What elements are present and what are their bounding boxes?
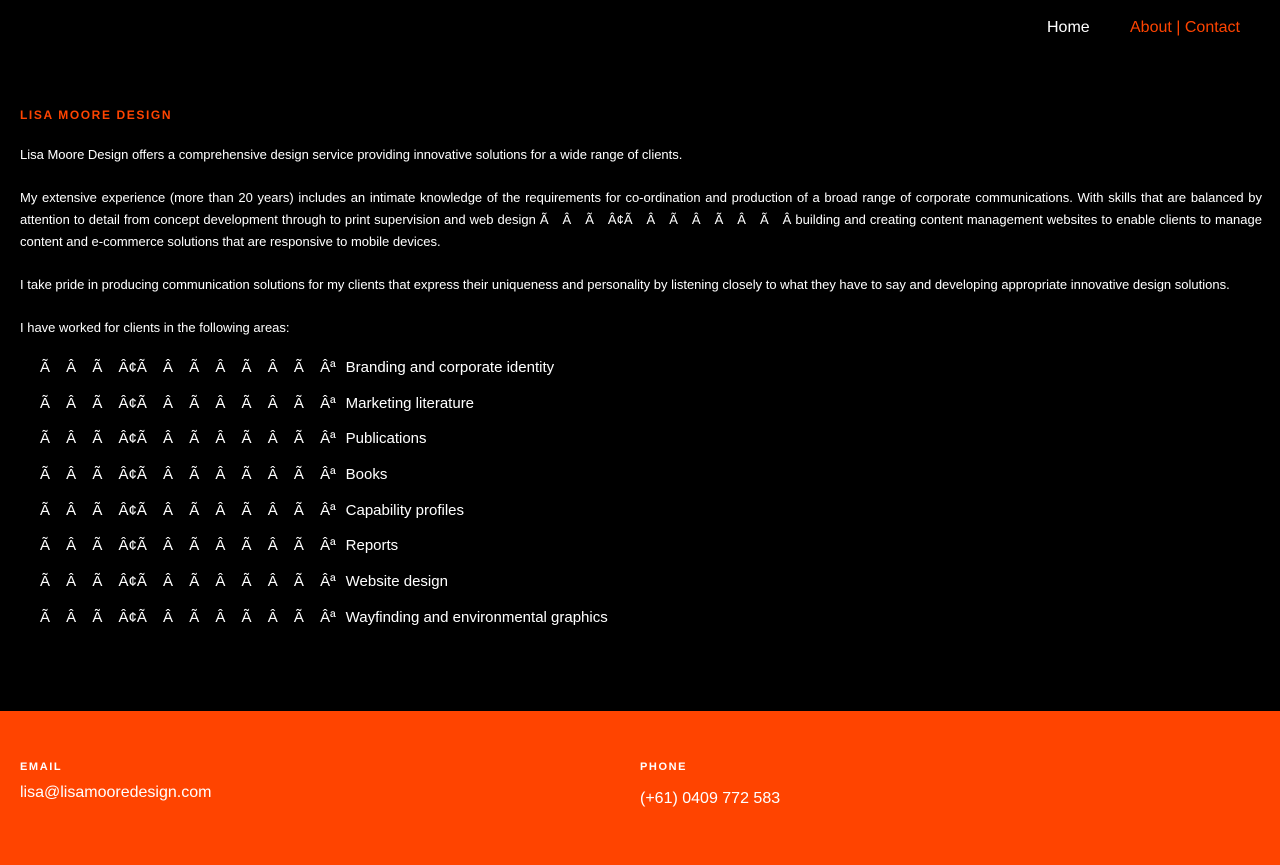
area-list-item: Ã Â Ã Â¢Ã Â Ã Â Ã Â Ã Âª Wayfinding and e… [40,600,1262,636]
footer: EMAIL lisa@lisamooredesign.com PHONE (+6… [0,711,1280,865]
intro-paragraph: Lisa Moore Design offers a comprehensive… [20,147,683,162]
phone-label: PHONE [640,761,688,773]
bullet-garble-text: Ã Â Ã Â¢Ã Â Ã Â Ã Â Ã Âª [40,430,336,448]
page: Home About | Contact LISA MOORE DESIGN L… [0,0,1280,865]
bullet-garble-text: Ã Â Ã Â¢Ã Â Ã Â Ã Â Ã Âª [40,501,336,519]
area-label: Marketing literature [345,394,475,412]
area-label: Branding and corporate identity [345,359,555,376]
bullet-garble-text: Ã Â Ã Â¢Ã Â Ã Â Ã Â Ã Âª [40,359,336,376]
encoding-garble-text: Ã Â Ã Â¢Ã Â Ã Â Ã Â Ã Â [539,212,792,227]
phone-number: (+61) 0409 772 583 [640,790,781,807]
area-list-item: Ã Â Ã Â¢Ã Â Ã Â Ã Â Ã Âª Capability profi… [40,493,1262,529]
nav-about-contact-link[interactable]: About | Contact [1130,19,1240,37]
page-heading: LISA MOORE DESIGN [20,108,173,122]
area-label: Reports [345,537,399,555]
nav-home-link[interactable]: Home [1047,19,1090,37]
area-list-item: Ã Â Ã Â¢Ã Â Ã Â Ã Â Ã Âª Branding and cor… [40,350,1262,386]
bullet-garble-text: Ã Â Ã Â¢Ã Â Ã Â Ã Â Ã Âª [40,466,336,484]
area-label: Capability profiles [345,501,465,519]
area-label: Website design [345,573,448,591]
areas-list: Ã Â Ã Â¢Ã Â Ã Â Ã Â Ã Âª Branding and cor… [20,350,1262,636]
area-list-item: Ã Â Ã Â¢Ã Â Ã Â Ã Â Ã Âª Marketing litera… [40,386,1262,422]
area-list-item: Ã Â Ã Â¢Ã Â Ã Â Ã Â Ã Âª Books [40,457,1262,493]
bullet-garble-text: Ã Â Ã Â¢Ã Â Ã Â Ã Â Ã Âª [40,573,336,591]
area-list-item: Ã Â Ã Â¢Ã Â Ã Â Ã Â Ã Âª Website design [40,564,1262,600]
area-label: Publications [345,430,427,448]
main-content: LISA MOORE DESIGN Lisa Moore Design offe… [20,107,1262,636]
bullet-garble-text: Ã Â Ã Â¢Ã Â Ã Â Ã Â Ã Âª [40,394,336,412]
top-navigation: Home About | Contact [0,0,1280,56]
bullet-garble-text: Ã Â Ã Â¢Ã Â Ã Â Ã Â Ã Âª [40,608,336,626]
area-label: Books [345,466,388,484]
areas-intro: I have worked for clients in the followi… [20,320,290,335]
area-list-item: Ã Â Ã Â¢Ã Â Ã Â Ã Â Ã Âª Reports [40,528,1262,564]
bullet-garble-text: Ã Â Ã Â¢Ã Â Ã Â Ã Â Ã Âª [40,537,336,555]
email-label: EMAIL [20,761,63,773]
area-list-item: Ã Â Ã Â¢Ã Â Ã Â Ã Â Ã Âª Publications [40,421,1262,457]
area-label: Wayfinding and environmental graphics [345,608,608,626]
pride-paragraph: I take pride in producing communication … [20,277,1230,292]
email-link[interactable]: lisa@lisamooredesign.com [20,784,211,802]
experience-paragraph: My extensive experience (more than 20 ye… [20,187,1262,253]
